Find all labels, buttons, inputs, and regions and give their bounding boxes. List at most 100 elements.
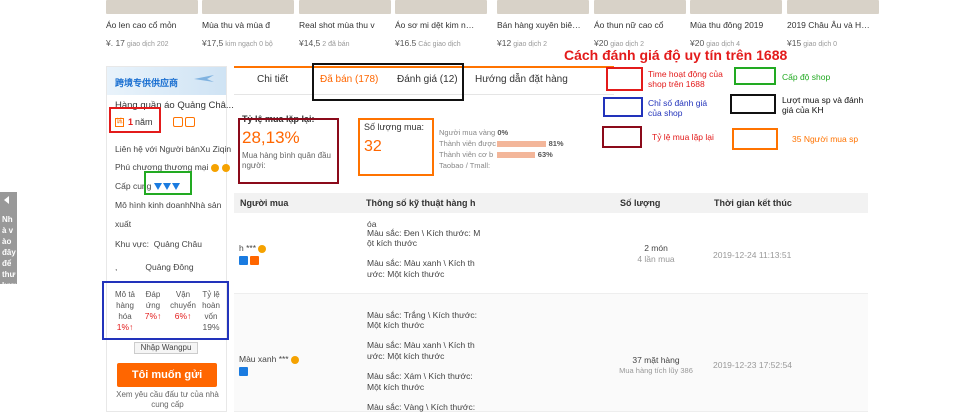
table-row: Màu xanh *** Màu sắc: Trắng \ Kích thước… [234, 294, 868, 412]
specs-line: ột kích thước [367, 238, 418, 248]
legend-label: Cấp độ shop [782, 72, 831, 82]
tab-details[interactable]: Chi tiết [257, 74, 288, 85]
product-thumbnail[interactable] [106, 0, 198, 14]
buyer-cell: h *** [239, 243, 267, 253]
product-thumbnail[interactable] [787, 0, 879, 14]
region-city: Quảng Châu [153, 239, 202, 249]
product-thumbnail[interactable] [395, 0, 487, 14]
annotation-headline: Cách đánh giá độ uy tín trên 1688 [564, 47, 788, 63]
region-row: Khu vực: Quảng Châu [115, 239, 202, 249]
product-card[interactable]: Mùa thu đông 2019 ¥20 giao dịch 4 [690, 0, 790, 52]
badge-icon [290, 355, 299, 364]
region-sep: , [115, 262, 118, 272]
region-province: Quảng Đông [145, 262, 194, 272]
product-price: ¥15 [787, 38, 802, 48]
col-specs: Thông số kỹ thuật hàng h [366, 198, 476, 208]
specs-line: Màu sắc: Xám \ Kích thước: [367, 371, 473, 381]
product-card[interactable]: Mùa thu và mùa đ ¥17,5 kim ngạch 0 bộ [202, 0, 302, 52]
col-qty: Số lượng [620, 198, 661, 208]
buyer-distribution: Người mua vàng 0% Thành viên được 81% Thà… [439, 128, 599, 172]
banner-text: 跨境专供供应商 [115, 78, 179, 88]
bar-pct: 0% [497, 128, 509, 137]
import-wangpu-button[interactable]: Nhập Wangpu [134, 342, 198, 354]
product-thumbnail[interactable] [690, 0, 782, 14]
legend-label: Lượt mua sp và đánh giá của KH [782, 95, 864, 115]
product-price: ¥17,5 [202, 38, 224, 48]
bar-label: Taobao / Tmall: [439, 161, 491, 170]
certificate-icon[interactable] [185, 117, 195, 127]
specs-line: Màu sắc: Vàng \ Kích thước: [367, 402, 476, 412]
legend-swatch [730, 94, 776, 114]
col-buyer: Người mua [240, 198, 289, 208]
product-card[interactable]: Real shot mùa thu v ¥14,5 2 đã bán [299, 0, 399, 52]
buyer-bar-row: Thành viên cơ b 63% [439, 150, 599, 161]
verified-icon[interactable] [173, 117, 183, 127]
product-card[interactable]: Áo thun nữ cao cổ ¥20 giao dịch 2 [594, 0, 694, 52]
business-model-cont: xuất [115, 219, 132, 229]
legend-swatch [602, 126, 642, 148]
quantity-cell: 2 món [644, 243, 668, 253]
buyer-name: h *** [239, 243, 257, 253]
table-row: h *** óa Màu sắc: Đen \ Kích thước: M ột… [234, 213, 868, 294]
specs-line: Màu sắc: Đen \ Kích thước: M [367, 228, 481, 238]
product-card[interactable]: Bán hàng xuyên biê… ¥12 giao dịch 2 [497, 0, 597, 52]
product-name[interactable]: Áo thun nữ cao cổ [594, 20, 690, 30]
legend-label: 35 Người mua sp [792, 134, 859, 144]
product-sold: 2 đã bán [322, 41, 350, 48]
product-sold: kim ngạch 0 bộ [225, 41, 273, 48]
send-request-button[interactable]: Tôi muốn gửi [117, 363, 217, 387]
product-price: ¥. 17 [106, 38, 125, 48]
buyer-icons [239, 255, 261, 266]
product-name[interactable]: Áo sơ mi dệt kim n… [395, 20, 491, 30]
bar-label: Thành viên cơ b [439, 150, 494, 159]
product-thumbnail[interactable] [594, 0, 686, 14]
specs-line: Một kích thước [367, 382, 425, 392]
legend-label: Chỉ số đánh giá của shop [648, 98, 708, 118]
product-thumbnail[interactable] [299, 0, 391, 14]
product-name[interactable]: 2019 Châu Âu và H… [787, 20, 883, 30]
product-name[interactable]: Mùa thu và mùa đ [202, 20, 298, 30]
specs-line: Màu sắc: Màu xanh \ Kích th [367, 340, 475, 350]
tab-order-guide[interactable]: Hướng dẫn đặt hàng [475, 74, 568, 85]
product-strip: Áo len cao cổ mỏn ¥. 17 giao dịch 202 Mùa… [0, 0, 960, 52]
legend-swatch [734, 67, 776, 85]
legend-swatch [603, 97, 643, 117]
legend-swatch [732, 128, 778, 150]
specs-line: Màu sắc: Màu xanh \ Kích th [367, 258, 475, 268]
specs-line: ước: Một kích thước [367, 269, 445, 279]
product-card[interactable]: Áo sơ mi dệt kim n… ¥16.5 Các giao dịch [395, 0, 495, 52]
annotation-box-black [312, 63, 464, 101]
product-card[interactable]: Áo len cao cổ mỏn ¥. 17 giao dịch 202 [106, 0, 206, 52]
bar-label: Người mua vàng [439, 128, 496, 137]
cta-note[interactable]: Xem yêu cầu đấu tư của nhà cung cấp [109, 390, 226, 410]
product-price: ¥16.5 [395, 38, 417, 48]
product-thumbnail[interactable] [202, 0, 294, 14]
sun-icon [222, 163, 231, 172]
business-model: Mô hình kinh doanhNhà sản [115, 200, 222, 210]
bar-label: Thành viên được [439, 139, 497, 148]
buyer-name: Màu xanh *** [239, 354, 289, 364]
arrow-left-icon[interactable] [4, 196, 9, 204]
buyer-cell: Màu xanh *** [239, 354, 299, 364]
end-time-cell: 2019-12-23 17:52:54 [713, 360, 792, 370]
buyer-bar-row: Taobao / Tmall: [439, 161, 599, 172]
product-thumbnail[interactable] [497, 0, 589, 14]
region-row-2: , Quảng Đông [115, 262, 194, 272]
product-name[interactable]: Bán hàng xuyên biê… [497, 20, 593, 30]
product-sold: giao dịch 202 [126, 41, 169, 48]
product-sold: giao dịch 0 [803, 41, 838, 48]
specs-line: Một kích thước [367, 320, 425, 330]
product-name[interactable]: Real shot mùa thu v [299, 20, 395, 30]
legend-swatch [606, 67, 643, 91]
end-time-cell: 2019-12-24 11:13:51 [713, 250, 792, 260]
product-card[interactable]: 2019 Châu Âu và H… ¥15 giao dịch 0 [787, 0, 887, 52]
legend-label: Time hoạt động của shop trên 1688 [648, 69, 723, 89]
sun-icon [211, 163, 220, 172]
specs-line: Màu sắc: Trắng \ Kích thước: [367, 310, 478, 320]
product-sold: Các giao dịch [418, 41, 461, 48]
contact-seller[interactable]: Liên hệ với Người bánXu Ziqin [115, 144, 231, 154]
transactions-table-header: Người mua Thông số kỹ thuật hàng h Số lư… [234, 193, 868, 213]
side-collapse-panel[interactable]: Nhà vào đây để thư lượ [0, 192, 17, 290]
product-name[interactable]: Mùa thu đông 2019 [690, 20, 786, 30]
product-name[interactable]: Áo len cao cổ mỏn [106, 20, 202, 30]
